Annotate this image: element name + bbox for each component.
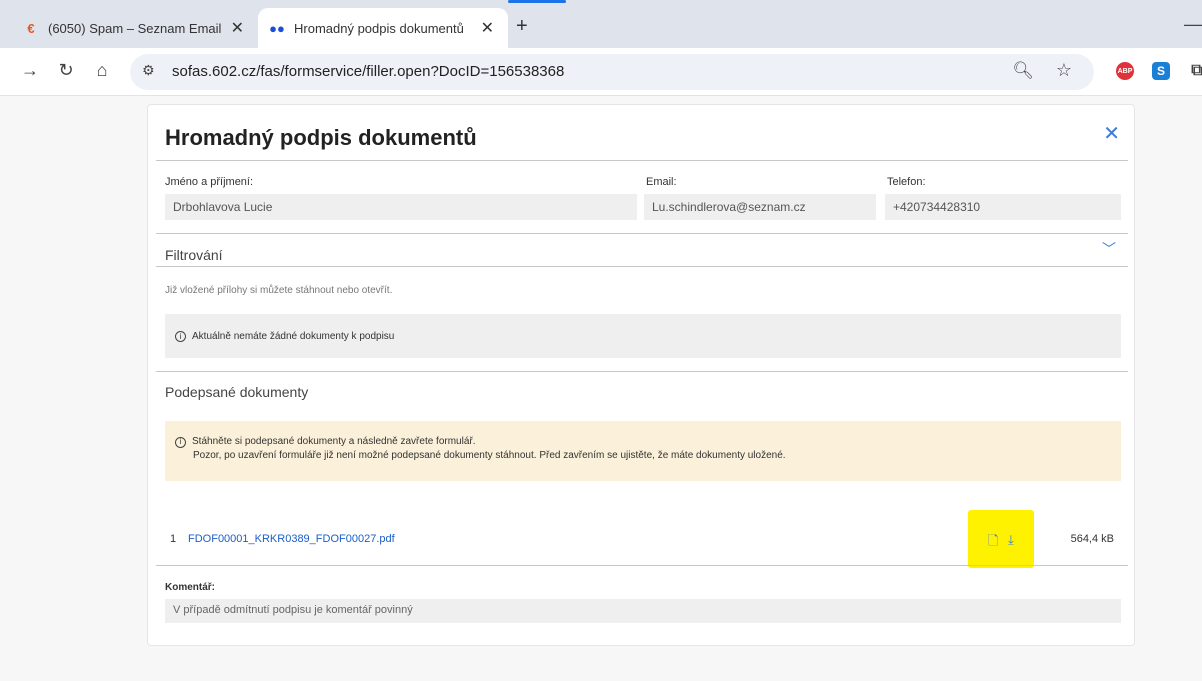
divider — [156, 565, 1128, 566]
document-link[interactable]: FDOF00001_KRKR0389_FDOF00027.pdf — [188, 533, 395, 545]
tab-strip: € (6050) Spam – Seznam Email ✕ ●● Hromad… — [0, 0, 1202, 48]
tab-title: Hromadný podpis dokumentů — [294, 20, 464, 36]
comment-field[interactable]: V případě odmítnutí podpisu je komentář … — [165, 599, 1121, 623]
divider — [156, 233, 1128, 234]
no-documents-info: i Aktuálně nemáte žádné dokumenty k podp… — [165, 314, 1121, 358]
address-bar[interactable]: ⚙ sofas.602.cz/fas/formservice/filler.op… — [130, 54, 1094, 90]
reload-icon[interactable]: ↻ — [54, 60, 78, 81]
extension-s-icon[interactable]: S — [1152, 62, 1170, 80]
divider — [156, 266, 1128, 267]
document-row: 1 FDOF00001_KRKR0389_FDOF00027.pdf 🗋 ⤓ 5… — [156, 510, 1128, 568]
form-card: Hromadný podpis dokumentů ✕ Jméno a příj… — [147, 104, 1135, 646]
divider — [156, 371, 1128, 372]
phone-field[interactable]: +420734428310 — [885, 194, 1121, 220]
email-label: Email: — [646, 176, 677, 188]
phone-label: Telefon: — [887, 176, 926, 188]
name-field[interactable]: Drbohlavova Lucie — [165, 194, 637, 220]
close-icon[interactable]: ✕ — [1103, 121, 1120, 146]
warning-line-2: Pozor, po uzavření formuláře již není mo… — [193, 450, 786, 461]
seznam-icon: € — [27, 20, 35, 36]
highlight-marker — [968, 510, 1034, 568]
site-info-icon[interactable]: ⚙ — [142, 62, 155, 79]
chevron-down-icon[interactable]: ﹀ — [1102, 239, 1116, 259]
attachments-hint: Již vložené přílohy si můžete stáhnout n… — [165, 285, 393, 296]
signed-documents-title: Podepsané dokumenty — [165, 384, 309, 400]
document-index: 1 — [170, 533, 177, 545]
zoom-icon[interactable]: 🔍︎ — [1012, 61, 1034, 81]
name-label: Jméno a příjmení: — [165, 176, 254, 188]
info-icon: i — [175, 330, 186, 342]
bookmark-star-icon[interactable]: ☆ — [1056, 60, 1072, 81]
adblock-icon[interactable]: ABP — [1116, 62, 1134, 80]
open-document-icon[interactable]: 🗋 — [988, 532, 998, 554]
close-tab-icon[interactable]: ✕ — [231, 18, 244, 38]
no-documents-text: Aktuálně nemáte žádné dokumenty k podpis… — [192, 330, 395, 342]
info-icon: i — [175, 436, 186, 448]
tab-hromadny-podpis[interactable]: ●● Hromadný podpis dokumentů ✕ — [258, 8, 508, 48]
tab-seznam[interactable]: € (6050) Spam – Seznam Email ✕ — [8, 8, 258, 48]
divider — [156, 160, 1128, 161]
comment-label: Komentář: — [165, 582, 216, 593]
document-size: 564,4 kB — [1070, 533, 1114, 545]
tab-indicator — [508, 0, 566, 3]
new-tab-icon[interactable]: + — [516, 15, 528, 38]
warning-line-1: Stáhněte si podepsané dokumenty a násled… — [192, 436, 476, 447]
forward-icon[interactable]: → — [18, 60, 42, 81]
email-field[interactable]: Lu.schindlerova@seznam.cz — [644, 194, 876, 220]
minimize-icon[interactable]: — — [1184, 14, 1202, 35]
tab-title: (6050) Spam – Seznam Email — [48, 20, 222, 36]
download-icon[interactable]: ⤓ — [1008, 532, 1014, 548]
url-text[interactable]: sofas.602.cz/fas/formservice/filler.open… — [172, 63, 564, 80]
page-title: Hromadný podpis dokumentů — [165, 125, 477, 150]
close-tab-icon[interactable]: ✕ — [481, 18, 494, 38]
filter-title[interactable]: Filtrování — [165, 247, 223, 263]
warning-box: i Stáhněte si podepsané dokumenty a násle… — [165, 421, 1121, 481]
flowers-icon: ●● — [269, 20, 285, 36]
home-icon[interactable]: ⌂ — [90, 60, 114, 81]
browser-toolbar: → ↻ ⌂ ⚙ sofas.602.cz/fas/formservice/fil… — [0, 48, 1202, 96]
extensions-puzzle-icon[interactable]: ⧉ — [1188, 62, 1202, 80]
